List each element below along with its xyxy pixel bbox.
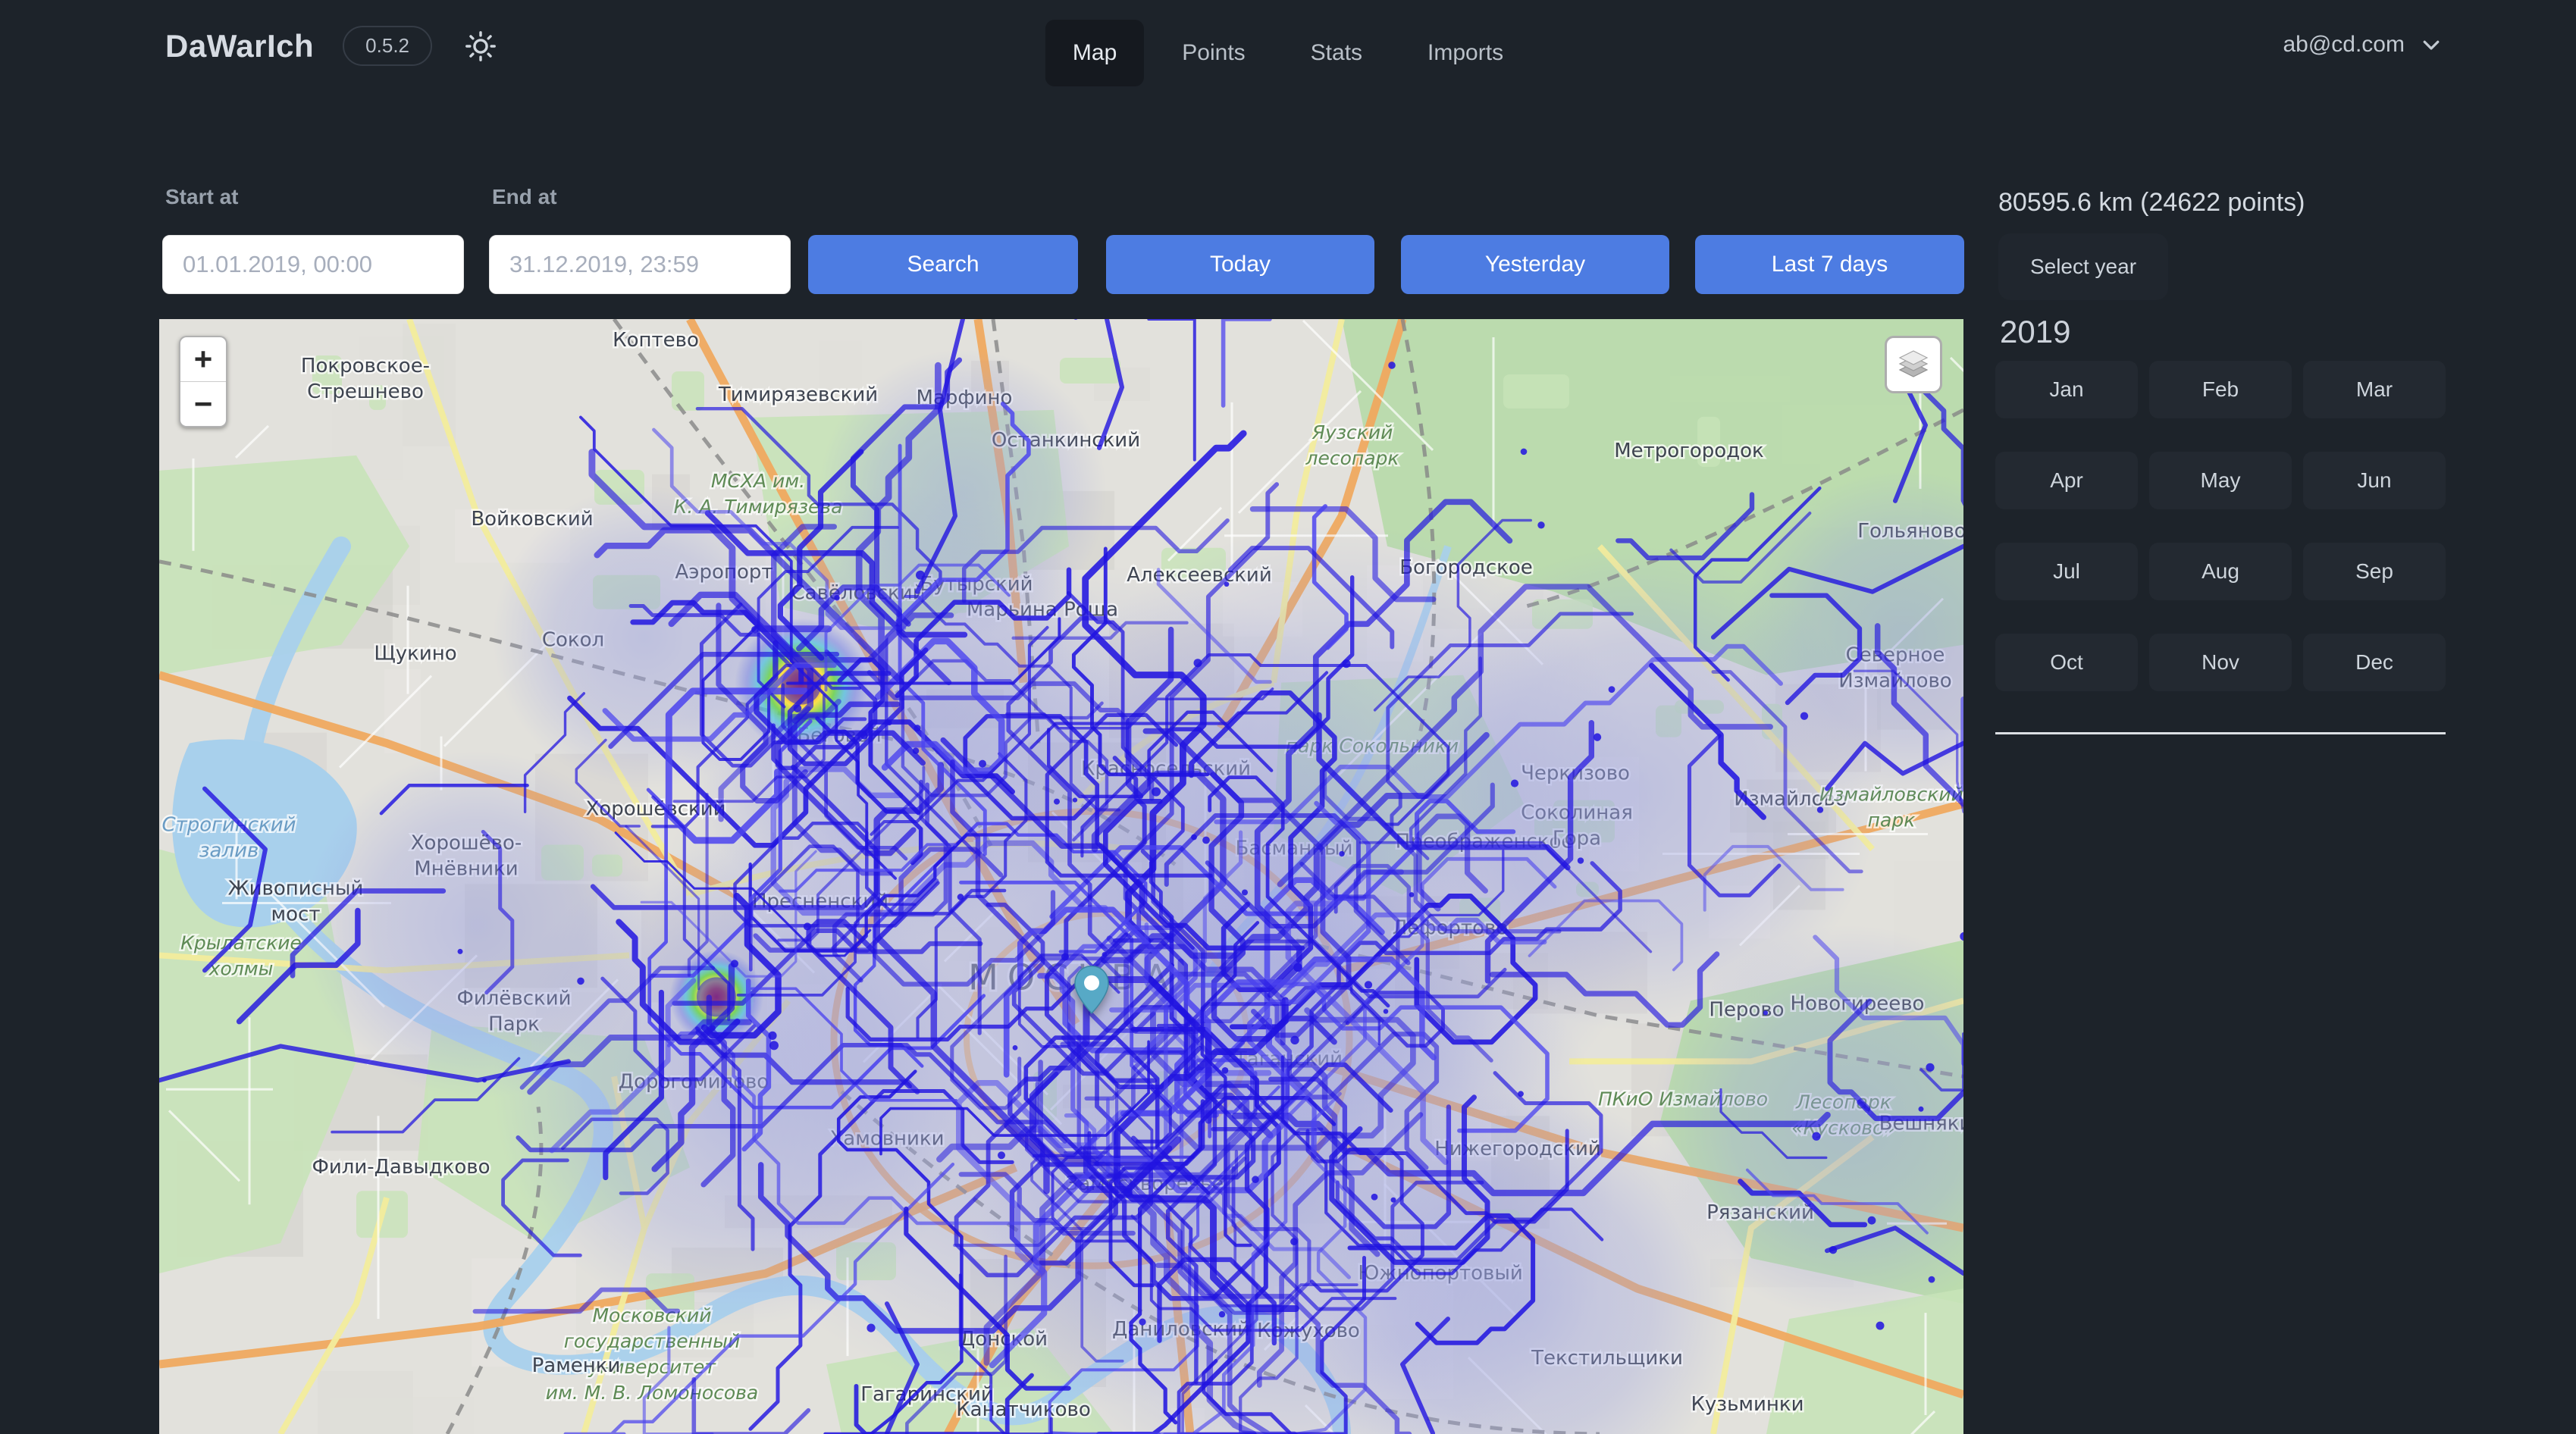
month-button-apr[interactable]: Apr <box>1995 452 2138 509</box>
yesterday-button[interactable]: Yesterday <box>1401 235 1669 294</box>
app-logo[interactable]: DaWarIch <box>165 28 314 64</box>
layers-icon <box>1897 348 1930 381</box>
account-menu[interactable]: ab@cd.com <box>2283 32 2443 58</box>
svg-text:Фили-Давыдково: Фили-Давыдково <box>312 1156 490 1179</box>
month-button-jun[interactable]: Jun <box>2303 452 2446 509</box>
month-grid: Jan Feb Mar Apr May Jun Jul Aug Sep Oct … <box>1995 361 2446 691</box>
end-at-label: End at <box>492 185 557 209</box>
account-email: ab@cd.com <box>2283 32 2405 58</box>
version-badge: 0.5.2 <box>343 26 432 66</box>
zoom-in-button[interactable]: + <box>180 337 226 381</box>
sun-icon <box>463 29 498 64</box>
svg-text:Метрогородок: Метрогородок <box>1614 440 1764 462</box>
app-root: DaWarIch 0.5.2 Map Points Stats Imports … <box>0 0 2576 1434</box>
month-button-mar[interactable]: Mar <box>2303 361 2446 418</box>
year-heading: 2019 <box>2000 314 2070 350</box>
today-button[interactable]: Today <box>1106 235 1374 294</box>
month-button-nov[interactable]: Nov <box>2149 634 2292 691</box>
month-button-jan[interactable]: Jan <box>1995 361 2138 418</box>
chevron-down-icon <box>2420 33 2443 56</box>
month-button-sep[interactable]: Sep <box>2303 543 2446 600</box>
month-button-jul[interactable]: Jul <box>1995 543 2138 600</box>
layers-control-button[interactable] <box>1885 336 1942 393</box>
location-marker-pin[interactable] <box>1074 966 1109 1018</box>
search-button[interactable]: Search <box>808 235 1078 294</box>
distance-summary: 80595.6 km (24622 points) <box>1998 188 2305 218</box>
last-7-days-button[interactable]: Last 7 days <box>1695 235 1964 294</box>
month-button-feb[interactable]: Feb <box>2149 361 2292 418</box>
zoom-out-button[interactable]: − <box>180 381 226 426</box>
main-tabs: Map Points Stats Imports <box>1045 20 1531 86</box>
svg-text:Раменки: Раменки <box>532 1354 621 1377</box>
theme-toggle-button[interactable] <box>461 27 500 66</box>
start-at-label: Start at <box>165 185 238 209</box>
month-button-may[interactable]: May <box>2149 452 2292 509</box>
month-button-dec[interactable]: Dec <box>2303 634 2446 691</box>
svg-text:Щукино: Щукино <box>374 643 456 665</box>
brand: DaWarIch 0.5.2 <box>165 26 500 66</box>
map-zoom-control: + − <box>179 336 227 427</box>
month-button-oct[interactable]: Oct <box>1995 634 2138 691</box>
tab-stats[interactable]: Stats <box>1283 20 1390 86</box>
map-container[interactable]: КоптевоПокровское-СтрешневоМарфиноТимиря… <box>159 319 1963 1434</box>
month-button-aug[interactable]: Aug <box>2149 543 2292 600</box>
end-at-input[interactable] <box>489 235 791 294</box>
start-at-input[interactable] <box>162 235 464 294</box>
tab-map[interactable]: Map <box>1045 20 1144 86</box>
tab-imports[interactable]: Imports <box>1400 20 1531 86</box>
svg-text:Коптево: Коптево <box>613 329 699 352</box>
tab-points[interactable]: Points <box>1155 20 1272 86</box>
sidebar-divider <box>1995 732 2446 734</box>
select-year-button[interactable]: Select year <box>1998 233 2168 300</box>
